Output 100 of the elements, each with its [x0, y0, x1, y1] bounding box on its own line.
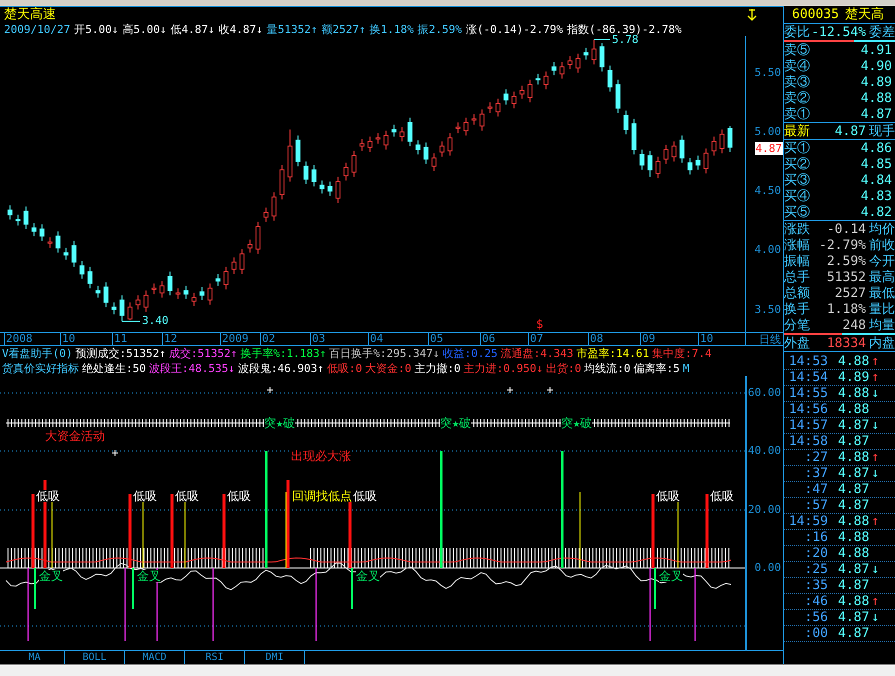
date-label: 12 [162, 333, 178, 345]
quote-label: 卖⑤ [784, 44, 811, 56]
tick-time: :16 [804, 531, 828, 544]
quote-field: 收4.87 [218, 24, 256, 34]
candlestick [568, 56, 572, 70]
date-label: 06 [480, 333, 496, 345]
quote-label: 卖① [784, 108, 811, 120]
axis-label: 4.00 [754, 244, 781, 256]
candlestick [640, 149, 644, 170]
candlestick [680, 134, 684, 164]
quote-field: 额2527 [321, 24, 359, 34]
indicator-value: 出货:0 [546, 363, 582, 374]
candlestick [192, 292, 196, 306]
indicator-value: 主力进:0.950 [464, 363, 536, 374]
indicator-name[interactable]: 货真价实好指标 [2, 363, 79, 374]
tick-time: :25 [804, 563, 828, 576]
trend-arrow: ↑ [871, 595, 880, 608]
candlestick [376, 132, 380, 144]
quote-value: -0.14 [826, 222, 867, 236]
quote-label: 委比 [784, 26, 811, 38]
quote-label: 分笔 [784, 318, 811, 332]
candlestick [128, 302, 132, 321]
quote-field: 振2.59% [418, 24, 462, 34]
quote-value: 4.83 [860, 190, 893, 202]
axis-label: 40.00 [748, 445, 781, 456]
quote-label: 涨幅 [784, 238, 811, 252]
candlestick [488, 102, 492, 114]
candlestick [448, 132, 452, 156]
tick-price: 4.88 [837, 387, 870, 400]
tick-price: 4.87 [837, 579, 870, 592]
tick-price: 4.88 [837, 403, 870, 416]
quote-value: -2.79% [818, 238, 867, 252]
indicator-value: 波段王:48.535 [148, 363, 228, 374]
axis-label: 5.00 [754, 126, 781, 137]
candlestick [224, 266, 228, 290]
chart-label: 低吸 [227, 490, 251, 502]
trend-arrow: ↑ [159, 348, 166, 359]
candlestick [720, 129, 724, 154]
quote-label: 均价 [869, 222, 895, 236]
tick-price: 4.88 [837, 595, 870, 608]
candlestick [208, 282, 212, 306]
quote-value: 18334 [826, 336, 867, 350]
candlestick [104, 282, 108, 308]
candlestick [600, 42, 604, 72]
swap-icon[interactable] [747, 8, 757, 20]
candlestick [264, 207, 268, 222]
plus-mark [266, 386, 274, 394]
trend-arrow: ↑ [871, 371, 880, 384]
tick-price: 4.89 [837, 371, 870, 384]
candlestick [336, 176, 340, 204]
candlestick [520, 85, 524, 100]
date-label: 05 [428, 333, 444, 345]
tick-time: 14:57 [788, 419, 828, 432]
tick-time: :27 [804, 451, 828, 464]
trend-arrow: ↓ [871, 611, 880, 624]
quote-label: 买① [784, 142, 811, 154]
candlestick [48, 236, 52, 248]
chart-label: 大资金活动 [45, 430, 105, 442]
indicator-value: 偏离率:5 [633, 363, 680, 374]
tick-time: 14:54 [788, 371, 828, 384]
quote-label: 买⑤ [784, 206, 811, 218]
candlestick [424, 142, 428, 164]
plus-mark [112, 450, 118, 456]
chart-label: 低吸 [353, 490, 377, 502]
quote-value: 4.91 [860, 44, 893, 56]
quote-value: 2527 [834, 286, 867, 300]
indicator-value: 主力撤:0 [414, 363, 461, 374]
trend-arrow: ↓ [432, 348, 440, 359]
quote-label: 最高 [869, 270, 895, 284]
indicator-value: 收益:0.25 [442, 348, 498, 359]
quote-value: 4.86 [860, 142, 893, 154]
quote-field: 涨(-0.14)-2.79% [466, 24, 563, 34]
candlestick [496, 98, 500, 118]
candlestick [352, 150, 356, 178]
indicator-name[interactable]: V看盘助手(0) [2, 348, 72, 359]
quote-value: 51352 [826, 270, 867, 284]
axis-label: 4.50 [754, 185, 781, 196]
date-label: 09 [640, 333, 656, 345]
candlestick [456, 122, 460, 134]
tick-price: 4.87 [837, 419, 870, 432]
tick-time: 14:59 [788, 515, 828, 528]
tick-time: :57 [804, 499, 828, 512]
candlestick [8, 204, 12, 220]
axis-label: 5.50 [754, 66, 781, 78]
candlestick [648, 150, 652, 178]
indicator-value: 换手率%:1.183 [240, 348, 320, 359]
quote-label: 换手 [784, 302, 811, 316]
indicator-value: M [682, 363, 690, 374]
candlestick [272, 192, 276, 222]
quote-label: 现手 [869, 124, 895, 138]
tick-time: 14:53 [788, 355, 828, 368]
leader-line [594, 39, 610, 40]
candlestick [624, 110, 628, 135]
chart-label: 金叉 [137, 570, 161, 582]
candlestick [656, 156, 660, 179]
chart-label: 低吸 [133, 490, 157, 502]
candlestick [312, 164, 316, 187]
trend-arrow: ↓ [871, 419, 880, 432]
quote-field: 开5.00 [74, 24, 112, 34]
quote-date: 2009/10/27 [4, 24, 70, 34]
